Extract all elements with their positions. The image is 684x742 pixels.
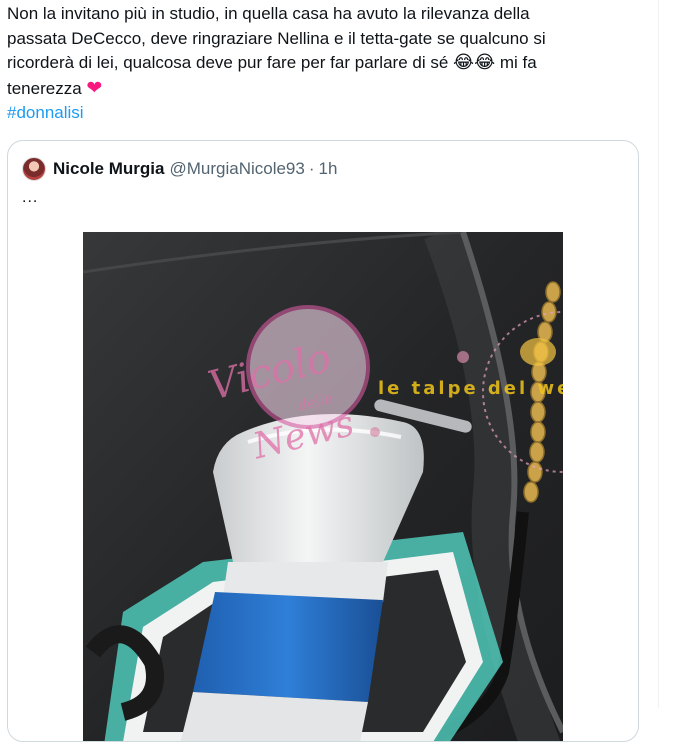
tweet-text-line-1: Non la invitano più in studio, in quella…	[7, 4, 530, 23]
quoted-post-time[interactable]: 1h	[319, 159, 338, 179]
quoted-author-handle[interactable]: @MurgiaNicole93	[169, 159, 304, 179]
tweet-text-line-2: passata DeCecco, deve ringraziare Nellin…	[7, 28, 546, 48]
timeline-right-border	[658, 0, 659, 708]
watermark-2-text: le talpe del web	[378, 378, 563, 399]
tweet-text-line-3-text: ricorderà di lei, qualcosa deve pur fare…	[7, 53, 449, 72]
hashtag-link[interactable]: #donnalisi	[7, 101, 647, 126]
tweet-text-line-3-tail: mi fa	[499, 53, 537, 72]
tears-of-joy-emoji-icon: 😂😂	[453, 52, 496, 73]
quoted-author-name[interactable]: Nicole Murgia	[53, 159, 164, 179]
avatar[interactable]	[22, 157, 46, 181]
tweet-text-line-4-text: tenerezza	[7, 78, 82, 98]
quoted-tweet-header: Nicole Murgia @MurgiaNicole93 · 1h	[22, 157, 337, 181]
header-separator: ·	[308, 159, 315, 178]
tweet-text-line-4: tenerezza ❤	[7, 76, 647, 102]
tweet-text: Non la invitano più in studio, in quella…	[7, 2, 647, 126]
megaphone-photo-icon: Vicolo delle News le talpe del web	[83, 232, 563, 741]
quoted-tweet-card[interactable]: Nicole Murgia @MurgiaNicole93 · 1h ... V…	[7, 140, 639, 742]
tweet-text-line-3: ricorderà di lei, qualcosa deve pur fare…	[7, 51, 647, 76]
quoted-tweet-text: ...	[22, 189, 39, 206]
red-heart-emoji-icon: ❤	[86, 76, 103, 99]
quoted-tweet-photo[interactable]: Vicolo delle News le talpe del web	[83, 232, 563, 741]
